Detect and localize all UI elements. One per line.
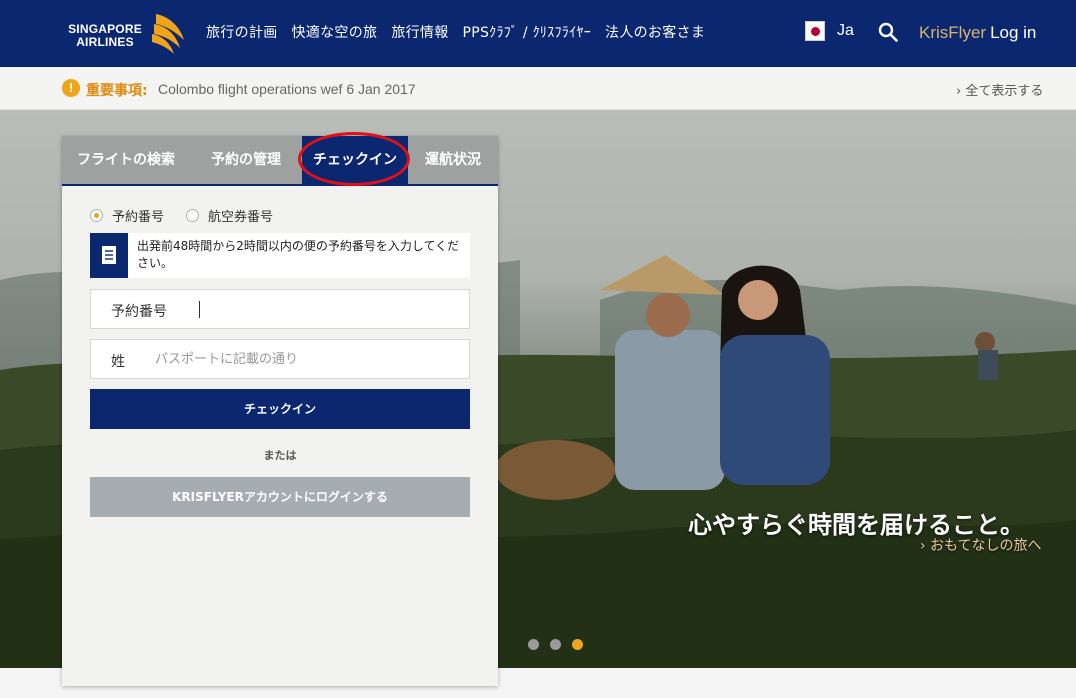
- radio-booking-reference-label[interactable]: 予約番号: [112, 206, 164, 225]
- carousel-dot-2[interactable]: [550, 639, 561, 650]
- check-in-info-box: 出発前48時間から2時間以内の便の予約番号を入力してください。: [90, 233, 470, 278]
- or-divider: または: [263, 449, 297, 462]
- surname-label: 姓: [111, 354, 125, 370]
- japan-flag-icon: [805, 21, 825, 41]
- check-in-highlight-circle: [298, 132, 410, 186]
- booking-reference-field[interactable]: 予約番号: [90, 289, 470, 329]
- alert-icon: !: [62, 79, 80, 97]
- lookup-type-radio-group: 予約番号 航空券番号: [90, 206, 295, 225]
- language-label: Ja: [837, 22, 854, 39]
- nav-travel-experience[interactable]: 快適な空の旅: [292, 22, 378, 42]
- search-icon[interactable]: [878, 22, 898, 42]
- alert-message-link[interactable]: Colombo flight operations wef 6 Jan 2017: [158, 81, 416, 97]
- nav-plan-travel[interactable]: 旅行の計画: [206, 22, 278, 42]
- carousel-dot-1[interactable]: [528, 639, 539, 650]
- alert-label: 重要事項:: [86, 83, 148, 99]
- surname-field[interactable]: 姓: [90, 339, 470, 379]
- nav-travel-info[interactable]: 旅行情報: [391, 22, 448, 42]
- booking-reference-input[interactable]: [203, 296, 463, 322]
- singapore-airlines-logo[interactable]: SINGAPORE AIRLINES: [60, 10, 190, 56]
- top-navigation-bar: SINGAPORE AIRLINES 旅行の計画 快適な空の旅 旅行情報 PPS…: [0, 0, 1076, 67]
- radio-ticket-number[interactable]: [186, 209, 200, 222]
- text-cursor: [199, 301, 200, 318]
- main-menu: 旅行の計画 快適な空の旅 旅行情報 PPSｸﾗﾌﾞ / ｸﾘｽﾌﾗｲﾔｰ 法人の…: [206, 22, 719, 42]
- language-selector[interactable]: Ja: [805, 21, 854, 41]
- surname-input[interactable]: [155, 346, 455, 372]
- important-notice-bar: ! 重要事項: Colombo flight operations wef 6 …: [0, 67, 1076, 110]
- tab-search-flights[interactable]: フライトの検索: [62, 136, 190, 184]
- tab-manage-booking[interactable]: 予約の管理: [190, 136, 302, 184]
- krisflyer-login-link[interactable]: KrisFlyer Log in: [919, 23, 1036, 43]
- logo-bird-icon: [152, 14, 184, 54]
- radio-booking-reference[interactable]: [90, 209, 103, 222]
- check-in-info-text: 出発前48時間から2時間以内の便の予約番号を入力してください。: [137, 239, 460, 270]
- booking-tabs: フライトの検索 予約の管理 チェックイン 運航状況: [62, 132, 498, 186]
- booking-reference-label: 予約番号: [111, 304, 167, 320]
- hero-hospitality-link[interactable]: › おもてなしの旅へ: [920, 535, 1042, 555]
- nav-pps-krisflyer[interactable]: PPSｸﾗﾌﾞ / ｸﾘｽﾌﾗｲﾔｰ: [463, 22, 592, 42]
- krisflyer-brand: KrisFlyer: [919, 23, 987, 42]
- tab-flight-status[interactable]: 運航状況: [408, 136, 498, 184]
- carousel-pagination: [528, 639, 583, 650]
- document-icon: [90, 233, 128, 278]
- nav-corporate[interactable]: 法人のお客さま: [605, 22, 705, 42]
- krisflyer-login-button[interactable]: KRISFLYERアカウントにログインする: [90, 477, 470, 517]
- radio-ticket-number-label[interactable]: 航空券番号: [208, 206, 273, 225]
- logo-wordmark: SINGAPORE AIRLINES: [60, 23, 150, 49]
- login-label: Log in: [990, 23, 1037, 42]
- carousel-dot-3[interactable]: [572, 639, 583, 650]
- check-in-button[interactable]: チェックイン: [90, 389, 470, 429]
- view-all-link[interactable]: › 全て表示する: [956, 80, 1043, 99]
- logo-line-2: AIRLINES: [76, 35, 134, 49]
- booking-widget: フライトの検索 予約の管理 チェックイン 運航状況 予約番号 航空券番号 出発前…: [62, 132, 498, 686]
